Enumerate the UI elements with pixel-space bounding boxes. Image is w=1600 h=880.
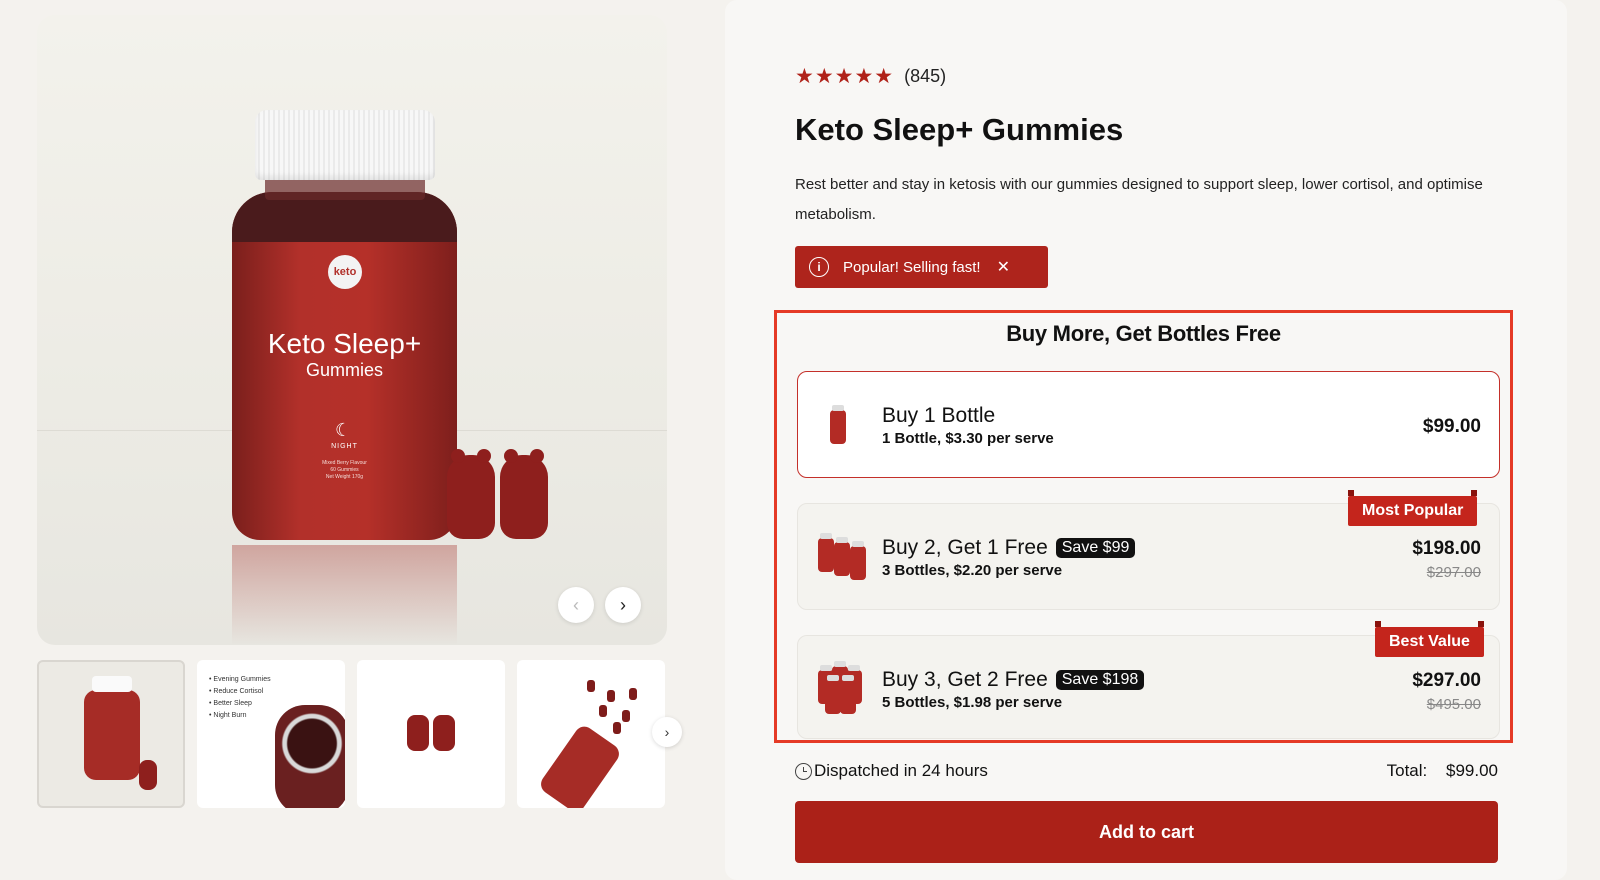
product-description: Rest better and stay in ketosis with our… xyxy=(795,176,1483,223)
next-image-button[interactable]: › xyxy=(605,587,641,623)
bundle-title: Buy More, Get Bottles Free xyxy=(1006,321,1281,346)
selling-fast-alert: i Popular! Selling fast! ✕ xyxy=(795,246,1048,288)
bundle-option-detail: 3 Bottles, $2.20 per serve xyxy=(882,562,1063,579)
main-product-image: keto Keto Sleep+ Gummies ☾ NIGHT Mixed B… xyxy=(37,15,667,645)
jar-label-night: NIGHT xyxy=(331,443,358,450)
mini-bear xyxy=(407,715,429,751)
save-badge: Save $198 xyxy=(1055,670,1145,690)
bottle-icon xyxy=(840,675,856,714)
total-value: $99.00 xyxy=(1446,761,1498,780)
best-value-ribbon: Best Value xyxy=(1375,621,1484,657)
bundle-option-label: Buy 3, Get 2 Free xyxy=(882,668,1048,691)
moon-icon: ☾ xyxy=(335,420,352,440)
most-popular-ribbon: Most Popular xyxy=(1348,490,1478,526)
spilled-jar xyxy=(537,722,623,808)
order-total: Total: $99.00 xyxy=(1387,761,1498,781)
close-icon[interactable]: ✕ xyxy=(997,257,1010,277)
bottle-icon xyxy=(825,675,841,714)
scattered-gummy xyxy=(607,690,615,702)
bottle-thumbnail xyxy=(818,661,870,716)
scattered-gummy xyxy=(587,680,595,692)
bundle-option-detail: 5 Bottles, $1.98 per serve xyxy=(882,694,1063,711)
bundle-option-name: Buy 1 Bottle xyxy=(882,404,995,428)
benefit-item: • Night Burn xyxy=(209,712,247,719)
bottle-icon xyxy=(834,537,850,576)
jar-small-print: Mixed Berry Flavour 60 Gummies Net Weigh… xyxy=(322,460,367,480)
scattered-gummy xyxy=(613,722,621,734)
add-to-cart-button[interactable]: Add to cart xyxy=(795,801,1498,863)
bundle-option-name: Buy 3, Get 2 Free Save $198 xyxy=(882,668,1145,692)
thumbnail-2[interactable]: • Evening Gummies • Reduce Cortisol • Be… xyxy=(197,660,345,808)
keto-logo: keto xyxy=(328,255,362,289)
benefit-item: • Evening Gummies xyxy=(209,676,271,683)
benefits-list: • Evening Gummies • Reduce Cortisol • Be… xyxy=(209,674,271,722)
gummy-bear xyxy=(500,449,548,539)
bottle-icon xyxy=(830,405,846,444)
bundle-option-detail: 1 Bottle, $3.30 per serve xyxy=(882,430,1054,447)
bundle-option-old-price: $297.00 xyxy=(1426,564,1481,581)
clock-icon xyxy=(795,762,812,780)
bundle-option-price: $99.00 xyxy=(1422,416,1481,437)
bundle-option-old-price: $495.00 xyxy=(1426,696,1481,713)
jar-label-name: Keto Sleep+ xyxy=(267,328,422,359)
bottle-thumbnail xyxy=(818,533,870,584)
product-jar: keto Keto Sleep+ Gummies ☾ NIGHT Mixed B… xyxy=(232,110,457,540)
dispatch-info: Dispatched in 24 hours xyxy=(795,761,988,781)
bottle-thumbnail xyxy=(818,402,870,452)
info-icon: i xyxy=(809,257,829,277)
jar-lid xyxy=(255,110,435,180)
bottle-icon xyxy=(818,533,834,572)
star-icons: ★★★★★ xyxy=(795,65,895,88)
dispatch-text: Dispatched in 24 hours xyxy=(814,761,988,780)
bottle-icon xyxy=(850,541,866,580)
benefit-item: • Better Sleep xyxy=(209,700,252,707)
mini-bear xyxy=(433,715,455,751)
open-jar xyxy=(275,705,345,808)
bundle-offer-box: Buy More, Get Bottles Free Buy 1 Bottle … xyxy=(774,310,1513,743)
product-title: Keto Sleep+ Gummies xyxy=(795,112,1124,147)
mini-bear xyxy=(139,760,157,790)
bundle-option-label: Buy 2, Get 1 Free xyxy=(882,536,1048,559)
total-label: Total: xyxy=(1386,761,1428,780)
thumbnail-3[interactable] xyxy=(357,660,505,808)
rating[interactable]: ★★★★★ (845) xyxy=(795,64,946,89)
bundle-option-label: Buy 1 Bottle xyxy=(882,404,996,427)
thumbnail-4[interactable] xyxy=(517,660,665,808)
scattered-gummy xyxy=(599,705,607,717)
previous-image-button[interactable]: ‹ xyxy=(558,587,594,623)
scattered-gummy xyxy=(629,688,637,700)
benefit-item: • Reduce Cortisol xyxy=(209,688,264,695)
bundle-option-1[interactable]: Buy 1 Bottle 1 Bottle, $3.30 per serve $… xyxy=(797,371,1500,478)
alert-text: Popular! Selling fast! xyxy=(843,258,981,276)
jar-label-subname: Gummies xyxy=(305,360,383,380)
review-count: (845) xyxy=(904,66,947,86)
gummy-bear xyxy=(447,449,495,539)
scattered-gummy xyxy=(622,710,630,722)
bundle-option-price: $297.00 xyxy=(1412,670,1481,691)
mini-jar xyxy=(84,676,140,780)
thumbnails-next-button[interactable]: › xyxy=(652,717,682,747)
thumbnail-strip: • Evening Gummies • Reduce Cortisol • Be… xyxy=(37,660,687,808)
bundle-option-name: Buy 2, Get 1 Free Save $99 xyxy=(882,536,1136,560)
bundle-option-price: $198.00 xyxy=(1412,538,1481,559)
thumbnail-1[interactable] xyxy=(37,660,185,808)
jar-reflection xyxy=(232,545,457,645)
save-badge: Save $99 xyxy=(1055,538,1136,558)
